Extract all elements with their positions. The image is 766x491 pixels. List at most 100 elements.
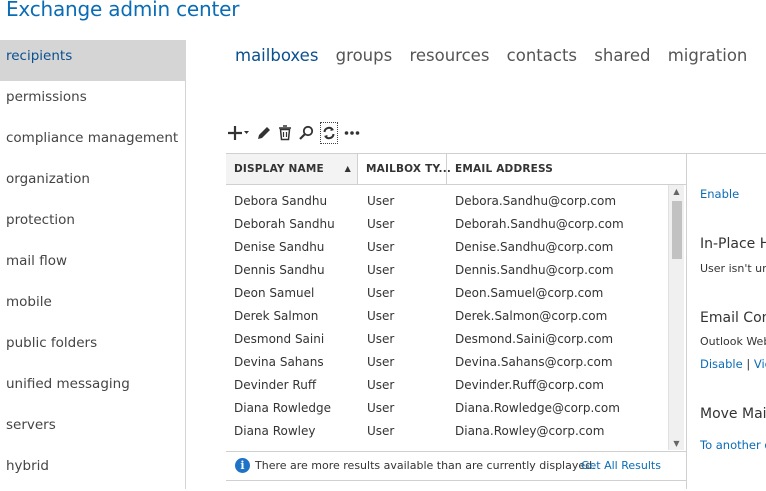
sidebar-item-permissions[interactable]: permissions [0, 81, 185, 122]
cell-mailbox-type: User [367, 355, 395, 369]
sidebar-item-unified-messaging[interactable]: unified messaging [0, 368, 185, 409]
cell-email-address: Devina.Sahans@corp.com [455, 355, 613, 369]
toolbar [228, 122, 366, 144]
tab-migration[interactable]: migration [668, 46, 748, 65]
column-header-mailbox-type[interactable]: MAILBOX TY... [358, 154, 451, 184]
details-pane-divider [686, 153, 687, 489]
cell-mailbox-type: User [367, 286, 395, 300]
cell-email-address: Devinder.Ruff@corp.com [455, 378, 604, 392]
cell-display-name: Dennis Sandhu [234, 263, 325, 277]
view-details-link[interactable]: View [754, 357, 766, 371]
tab-shared[interactable]: shared [594, 46, 650, 65]
cell-email-address: Desmond.Saini@corp.com [455, 332, 614, 346]
column-header-display-name[interactable]: DISPLAY NAME ▲ [226, 154, 358, 184]
tab-resources[interactable]: resources [409, 46, 489, 65]
disable-link[interactable]: Disable [700, 357, 743, 371]
sidebar-item-recipients[interactable]: recipients [0, 40, 185, 81]
table-row[interactable]: Debora Sandhu User Debora.Sandhu@corp.com [226, 190, 666, 213]
table-row[interactable]: Dennis Sandhu User Dennis.Sandhu@corp.com [226, 259, 666, 282]
cell-email-address: Derek.Salmon@corp.com [455, 309, 608, 323]
enable-archive-link[interactable]: Enable [700, 187, 739, 201]
scroll-thumb[interactable] [672, 201, 682, 259]
move-mailbox-heading: Move Mail [700, 406, 766, 422]
table-row[interactable]: Denise Sandhu User Denise.Sandhu@corp.com [226, 236, 666, 259]
column-header-email-address[interactable]: EMAIL ADDRESS [447, 154, 669, 184]
sidebar-item-public-folders[interactable]: public folders [0, 327, 185, 368]
sidebar-item-protection[interactable]: protection [0, 204, 185, 245]
cell-display-name: Desmond Saini [234, 332, 325, 346]
grid-scrollbar[interactable]: ▲ ▼ [668, 185, 684, 450]
sidebar-item-organization[interactable]: organization [0, 163, 185, 204]
cell-display-name: Denise Sandhu [234, 240, 325, 254]
cell-email-address: Dennis.Sandhu@corp.com [455, 263, 614, 277]
cell-mailbox-type: User [367, 263, 395, 277]
cell-email-address: Diana.Rowley@corp.com [455, 424, 605, 438]
cell-display-name: Devina Sahans [234, 355, 324, 369]
app-title: Exchange admin center [6, 0, 240, 21]
email-connectivity-heading: Email Conn [700, 310, 766, 326]
cell-mailbox-type: User [367, 401, 395, 415]
cell-display-name: Diana Rowledge [234, 401, 331, 415]
grid-rows: Debora Sandhu User Debora.Sandhu@corp.com … [226, 190, 666, 443]
cell-mailbox-type: User [367, 332, 395, 346]
sidebar-item-compliance-management[interactable]: compliance management [0, 122, 185, 163]
delete-icon[interactable] [278, 123, 292, 143]
sidebar-item-mobile[interactable]: mobile [0, 286, 185, 327]
cell-mailbox-type: User [367, 217, 395, 231]
cell-email-address: Diana.Rowledge@corp.com [455, 401, 620, 415]
sidebar-item-hybrid[interactable]: hybrid [0, 450, 185, 491]
cell-email-address: Debora.Sandhu@corp.com [455, 194, 617, 208]
cell-display-name: Debora Sandhu [234, 194, 328, 208]
tab-mailboxes[interactable]: mailboxes [235, 46, 318, 65]
column-header-label: DISPLAY NAME [234, 163, 324, 175]
table-row[interactable]: Diana Rowledge User Diana.Rowledge@corp.co… [226, 397, 666, 420]
tab-contacts[interactable]: contacts [507, 46, 577, 65]
cell-email-address: Denise.Sandhu@corp.com [455, 240, 614, 254]
move-to-another-database-link[interactable]: To another d [700, 438, 766, 452]
grid-footer: i There are more results available than … [226, 451, 686, 480]
sort-ascending-icon: ▲ [344, 164, 351, 173]
table-row[interactable]: Diana Rowley User Diana.Rowley@corp.com [226, 420, 666, 443]
scroll-up-arrow-icon[interactable]: ▲ [669, 185, 684, 198]
cell-email-address: Deborah.Sandhu@corp.com [455, 217, 624, 231]
cell-mailbox-type: User [367, 309, 395, 323]
table-row[interactable]: Desmond Saini User Desmond.Saini@corp.com [226, 328, 666, 351]
table-row[interactable]: Deborah Sandhu User Deborah.Sandhu@corp.co… [226, 213, 666, 236]
add-icon[interactable] [228, 123, 250, 143]
mailbox-grid: DISPLAY NAME ▲ MAILBOX TY... EMAIL ADDRE… [226, 153, 686, 481]
table-row[interactable]: Devina Sahans User Devina.Sahans@corp.com [226, 351, 666, 374]
in-place-hold-heading: In-Place Ho [700, 236, 766, 252]
table-row[interactable]: Devinder Ruff User Devinder.Ruff@corp.com [226, 374, 666, 397]
table-row[interactable]: Derek Salmon User Derek.Salmon@corp.com [226, 305, 666, 328]
cell-display-name: Devinder Ruff [234, 378, 317, 392]
top-nav-tabs: mailboxes groups resources contacts shar… [235, 46, 759, 65]
cell-display-name: Deborah Sandhu [234, 217, 335, 231]
cell-display-name: Diana Rowley [234, 424, 316, 438]
scroll-down-arrow-icon[interactable]: ▼ [669, 437, 684, 450]
cell-mailbox-type: User [367, 424, 395, 438]
outlook-web-app-label: Outlook Web [700, 335, 766, 348]
cell-email-address: Deon.Samuel@corp.com [455, 286, 604, 300]
sidebar-item-servers[interactable]: servers [0, 409, 185, 450]
grid-header: DISPLAY NAME ▲ MAILBOX TY... EMAIL ADDRE… [226, 154, 686, 185]
edit-icon[interactable] [256, 123, 272, 143]
cell-display-name: Deon Samuel [234, 286, 315, 300]
cell-mailbox-type: User [367, 378, 395, 392]
cell-display-name: Derek Salmon [234, 309, 319, 323]
info-icon: i [235, 458, 250, 473]
get-all-results-link[interactable]: Get All Results [581, 459, 661, 472]
details-pane-top-border [686, 153, 766, 154]
refresh-icon[interactable] [320, 122, 338, 144]
tab-groups[interactable]: groups [336, 46, 393, 65]
cell-mailbox-type: User [367, 194, 395, 208]
more-icon[interactable] [344, 123, 360, 143]
link-separator: | [746, 357, 751, 371]
outlook-web-app-actions: Disable | View [700, 357, 766, 371]
more-results-message: There are more results available than ar… [255, 459, 596, 472]
in-place-hold-status: User isn't und [700, 262, 766, 275]
sidebar-nav: recipients permissions compliance manage… [0, 40, 186, 489]
table-row[interactable]: Deon Samuel User Deon.Samuel@corp.com [226, 282, 666, 305]
search-icon[interactable] [298, 123, 314, 143]
sidebar-item-mail-flow[interactable]: mail flow [0, 245, 185, 286]
cell-mailbox-type: User [367, 240, 395, 254]
